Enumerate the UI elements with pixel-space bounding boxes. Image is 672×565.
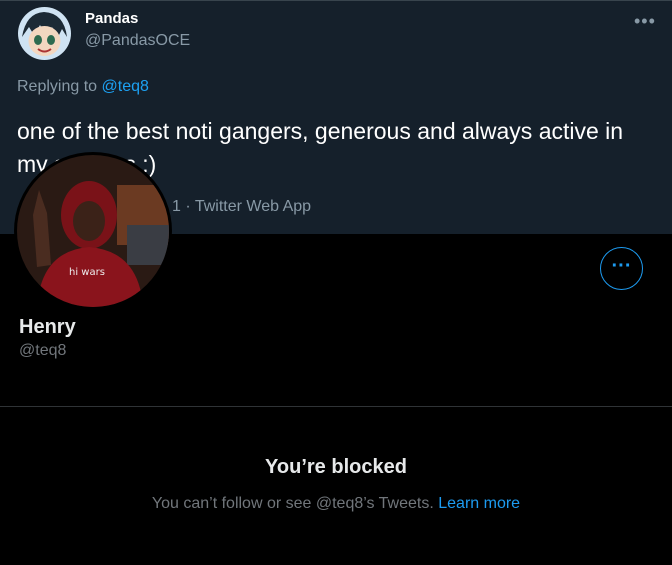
profile-avatar[interactable]: hi wars: [14, 152, 172, 310]
blocked-message-text: You can’t follow or see @teq8’s Tweets.: [151, 495, 434, 512]
tweet-meta[interactable]: 1 · Twitter Web App: [172, 198, 311, 216]
tweet-author-handle[interactable]: @PandasOCE: [85, 32, 190, 50]
reply-mention-link[interactable]: @teq8: [102, 78, 149, 95]
tweet-author-avatar[interactable]: [18, 7, 71, 60]
replying-to-label: Replying to: [17, 78, 98, 95]
profile-handle: @teq8: [19, 342, 67, 359]
svg-text:hi wars: hi wars: [69, 267, 105, 278]
tweet-author-name[interactable]: Pandas: [85, 10, 138, 27]
divider: [0, 406, 672, 407]
learn-more-link[interactable]: Learn more: [438, 495, 520, 512]
blocked-title: You’re blocked: [265, 456, 407, 478]
blocked-message: You can’t follow or see @teq8’s Tweets. …: [0, 495, 672, 513]
profile-more-button[interactable]: ···: [600, 247, 643, 290]
replying-to: Replying to @teq8: [17, 78, 149, 96]
more-horizontal-icon[interactable]: •••: [634, 11, 656, 32]
profile-name: Henry: [19, 316, 76, 338]
